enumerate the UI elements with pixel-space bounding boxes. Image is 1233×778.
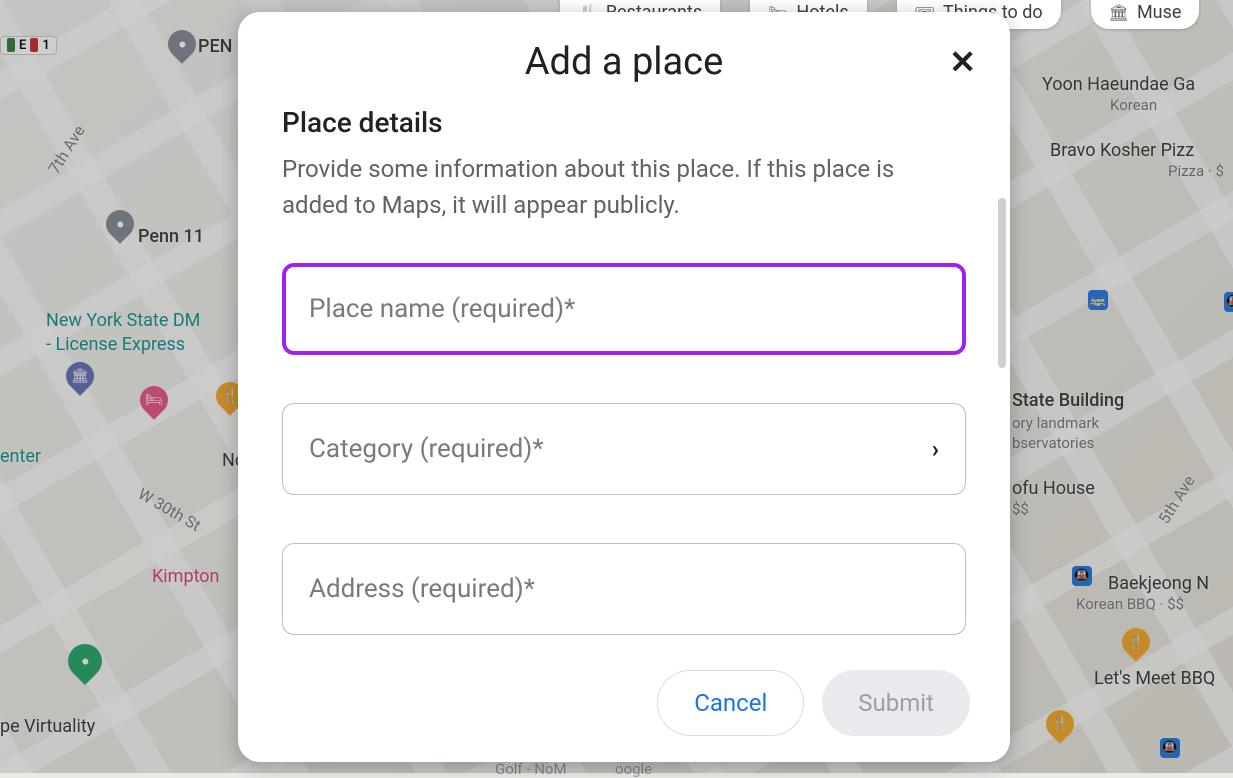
chip-museums[interactable]: 🏛 Muse xyxy=(1091,0,1200,29)
address-field[interactable]: Address (required)* xyxy=(282,543,966,635)
dialog-title: Add a place xyxy=(258,40,990,84)
address-placeholder: Address (required)* xyxy=(309,574,535,604)
dialog-header: Add a place ✕ xyxy=(238,12,1010,88)
museum-icon: 🏛 xyxy=(1109,3,1129,22)
category-placeholder: Category (required)* xyxy=(309,434,544,464)
cancel-button[interactable]: Cancel xyxy=(657,670,804,736)
chevron-right-icon: › xyxy=(932,435,939,463)
dialog-scroll[interactable]: Place details Provide some information a… xyxy=(238,88,1010,651)
section-title: Place details xyxy=(282,106,966,139)
close-icon: ✕ xyxy=(949,43,976,81)
chip-label: Muse xyxy=(1137,2,1181,23)
place-name-placeholder: Place name (required)* xyxy=(309,294,575,324)
submit-label: Submit xyxy=(858,689,934,717)
add-place-dialog: Add a place ✕ Place details Provide some… xyxy=(238,12,1010,762)
cancel-label: Cancel xyxy=(694,689,767,717)
scrollbar-thumb[interactable] xyxy=(998,198,1006,368)
dialog-body: Place details Provide some information a… xyxy=(238,88,1010,651)
dialog-footer: Cancel Submit xyxy=(238,651,1010,762)
category-field[interactable]: Category (required)* › xyxy=(282,403,966,495)
close-button[interactable]: ✕ xyxy=(949,46,976,78)
section-description: Provide some information about this plac… xyxy=(282,151,922,223)
place-name-field[interactable]: Place name (required)* xyxy=(282,263,966,355)
submit-button[interactable]: Submit xyxy=(822,670,970,736)
